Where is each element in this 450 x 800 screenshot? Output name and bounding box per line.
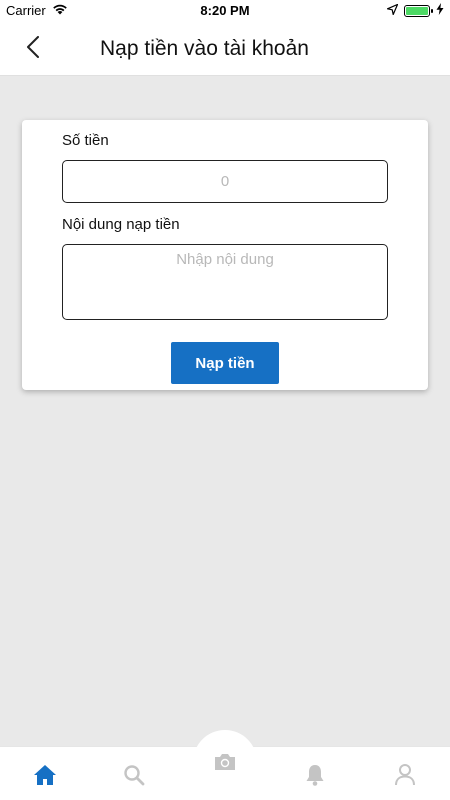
tab-search[interactable] (114, 757, 154, 797)
back-button[interactable] (18, 34, 48, 64)
tab-profile[interactable] (385, 757, 425, 797)
amount-label: Số tiền (62, 132, 109, 149)
status-time: 8:20 PM (200, 3, 250, 18)
battery-icon (404, 4, 433, 17)
tab-home[interactable] (25, 757, 65, 797)
chevron-left-icon (26, 35, 40, 63)
tab-camera[interactable] (205, 744, 245, 784)
home-icon (33, 764, 57, 791)
amount-input[interactable] (62, 160, 388, 203)
location-arrow-icon (386, 3, 399, 18)
deposit-submit-button[interactable]: Nạp tiền (171, 342, 279, 384)
camera-icon (213, 752, 237, 777)
charging-icon (436, 3, 444, 18)
content-label: Nội dung nạp tiền (62, 216, 180, 233)
deposit-form-card: Số tiền Nội dung nạp tiền Nạp tiền (22, 120, 428, 390)
status-right (386, 3, 444, 18)
search-icon (123, 764, 145, 791)
nav-bar: Nạp tiền vào tài khoản (0, 22, 450, 76)
content-input[interactable] (62, 244, 388, 320)
status-bar: Carrier 8:20 PM (0, 0, 450, 22)
page-title: Nạp tiền vào tài khoản (100, 37, 309, 60)
tab-notifications[interactable] (295, 757, 335, 797)
bell-icon (304, 763, 326, 792)
user-icon (394, 763, 416, 792)
